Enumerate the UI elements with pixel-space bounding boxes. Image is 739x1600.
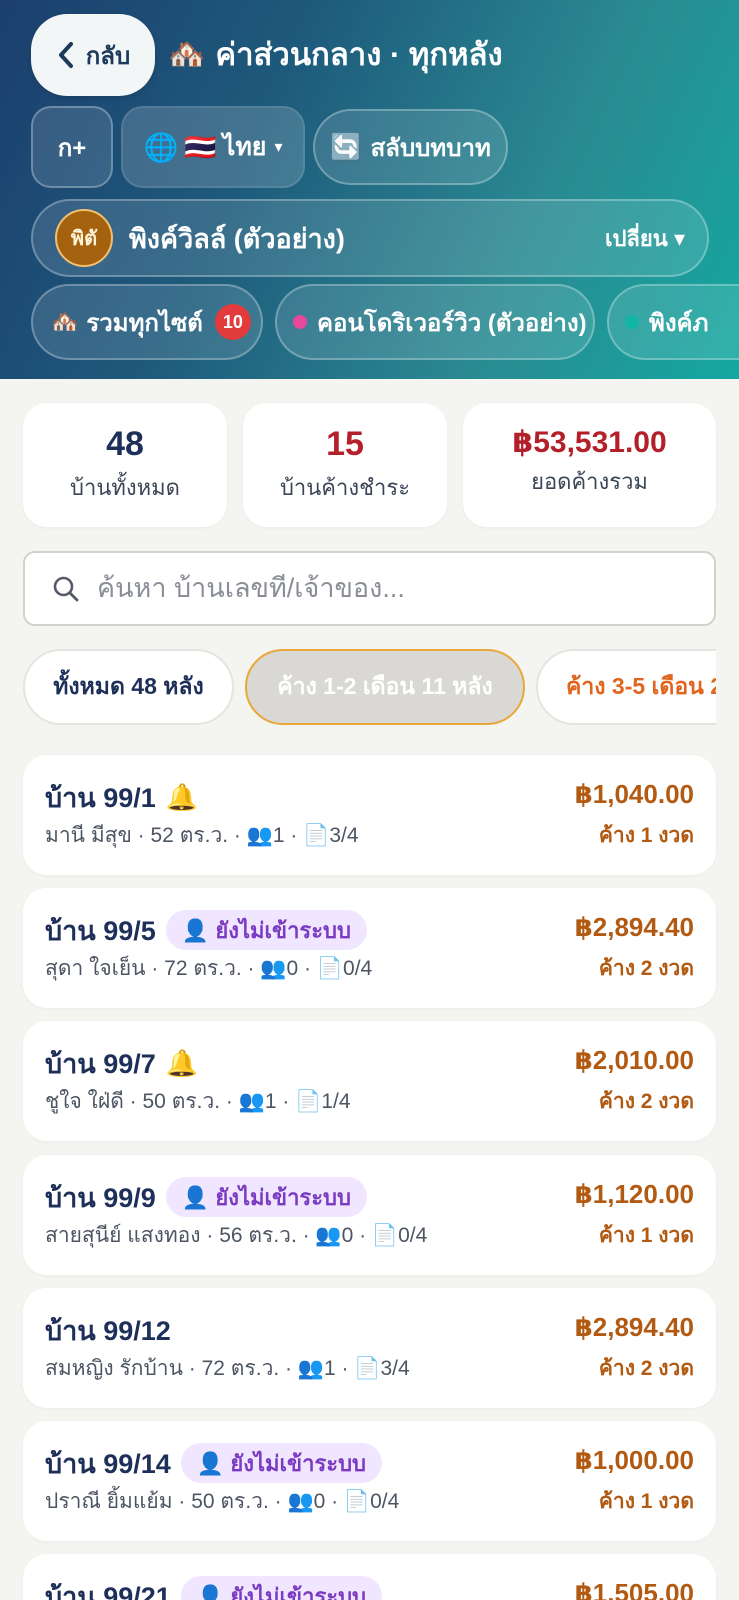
- house-title-row: บ้าน 99/5 👤 ยังไม่เข้าระบบ: [45, 908, 367, 952]
- stat-value: ฿53,531.00: [512, 426, 667, 459]
- globe-icon: 🌐: [143, 131, 179, 163]
- house-card[interactable]: บ้าน 99/9 👤 ยังไม่เข้าระบบสายสุนีย์ แสงทอ…: [23, 1155, 716, 1275]
- house-meta: ปราณี ยิ้มแย้ม · 50 ตร.ว. · 👥0 · 📄0/4: [45, 1490, 400, 1513]
- house-meta: ชูใจ ใฝ่ดี · 50 ตร.ว. · 👥1 · 📄1/4: [45, 1090, 351, 1113]
- house-card[interactable]: บ้าน 99/1 🔔 มานี มีสุข · 52 ตร.ว. · 👥1 · 📄…: [23, 755, 716, 875]
- site-chip-condo[interactable]: คอนโดริเวอร์วิว (ตัวอย่าง): [275, 284, 595, 360]
- house-number: บ้าน 99/1: [45, 782, 156, 813]
- stat-label: บ้านค้างชำระ: [279, 475, 411, 500]
- filter-chip-row: ทั้งหมด 48 หลัง ค้าง 1-2 เดือน 11 หลัง ค…: [23, 649, 716, 725]
- not-registered-badge: 👤 ยังไม่เข้าระบบ: [165, 910, 367, 950]
- bell-icon: 🔔: [165, 1047, 199, 1078]
- house-meta: มานี มีสุข · 52 ตร.ว. · 👥1 · 📄3/4: [45, 824, 359, 847]
- overdue-amount: ฿2,010.00: [574, 1045, 694, 1075]
- stat-value: 48: [106, 425, 144, 463]
- count-badge: 10: [214, 304, 251, 340]
- stat-overdue-amount: ฿53,531.00 ยอดค้างรวม: [463, 403, 716, 527]
- stat-value: 15: [326, 425, 364, 463]
- overdue-periods: ค้าง 2 งวด: [598, 1357, 694, 1380]
- site-color-dot: [293, 315, 307, 329]
- overdue-amount: ฿2,894.40: [574, 912, 694, 942]
- font-size-label: ก+: [57, 134, 87, 162]
- language-label: ไทย: [222, 133, 267, 161]
- house-title-row: บ้าน 99/21 👤 ยังไม่เข้าระบบ: [45, 1574, 383, 1600]
- switch-role-label: สลับบทบาท: [370, 134, 491, 162]
- app-header: กลับ 🏘️ ค่าส่วนกลาง · ทุกหลัง ก+ 🌐 🇹🇭 ไท…: [0, 0, 739, 379]
- house-title-row: บ้าน 99/1 🔔: [45, 775, 198, 819]
- search-input[interactable]: [97, 573, 697, 604]
- house-card[interactable]: บ้าน 99/5 👤 ยังไม่เข้าระบบสุดา ใจเย็น · 7…: [23, 888, 716, 1008]
- switch-role-button[interactable]: 🔄 สลับบทบาท: [313, 109, 508, 185]
- language-selector[interactable]: 🌐 🇹🇭 ไทย ▾: [121, 106, 305, 188]
- project-avatar: พิตั: [55, 209, 113, 267]
- overdue-periods: ค้าง 1 งวด: [598, 824, 694, 847]
- search-icon: [53, 576, 79, 601]
- back-button[interactable]: กลับ: [31, 14, 155, 96]
- house-number: บ้าน 99/5: [45, 915, 156, 946]
- houses-icon: 🏘️: [51, 309, 79, 334]
- site-color-dot: [625, 315, 639, 329]
- not-registered-badge: 👤 ยังไม่เข้าระบบ: [180, 1576, 383, 1600]
- bell-icon: 🔔: [165, 781, 199, 812]
- project-name: พิงค์วิลล์ (ตัวอย่าง): [129, 223, 345, 254]
- page-title: ค่าส่วนกลาง · ทุกหลัง: [215, 37, 503, 72]
- not-registered-badge: 👤 ยังไม่เข้าระบบ: [180, 1443, 383, 1483]
- house-title-row: บ้าน 99/14 👤 ยังไม่เข้าระบบ: [45, 1441, 383, 1485]
- site-chip-row: 🏘️ รวมทุกไซต์ 10 คอนโดริเวอร์วิว (ตัวอย่…: [31, 284, 739, 360]
- overdue-periods: ค้าง 1 งวด: [598, 1490, 694, 1513]
- house-title-row: บ้าน 99/12: [45, 1308, 171, 1352]
- house-card[interactable]: บ้าน 99/14 👤 ยังไม่เข้าระบบปราณี ยิ้มแย้ม…: [23, 1421, 716, 1541]
- chevron-left-icon: [58, 42, 73, 68]
- house-card[interactable]: บ้าน 99/7 🔔 ชูใจ ใฝ่ดี · 50 ตร.ว. · 👥1 · 📄…: [23, 1021, 716, 1141]
- back-label: กลับ: [85, 42, 131, 70]
- overdue-periods: ค้าง 2 งวด: [598, 1090, 694, 1113]
- project-selector[interactable]: พิตั พิงค์วิลล์ (ตัวอย่าง) เปลี่ยน ▾: [31, 199, 709, 277]
- house-title-row: บ้าน 99/7 🔔: [45, 1041, 198, 1085]
- site-chip-pink[interactable]: พิงค์ภ: [607, 284, 739, 360]
- house-number: บ้าน 99/7: [45, 1048, 156, 1079]
- house-meta: สุดา ใจเย็น · 72 ตร.ว. · 👥0 · 📄0/4: [45, 957, 373, 980]
- swap-icon: 🔄: [330, 131, 363, 162]
- site-chip-label: พิงค์ภ: [649, 309, 709, 337]
- houses-icon: 🏘️: [168, 37, 206, 71]
- house-card[interactable]: บ้าน 99/21 👤 ยังไม่เข้าระบบ ฿1,505.00: [23, 1554, 716, 1600]
- stat-overdue-houses: 15 บ้านค้างชำระ: [243, 403, 447, 527]
- overdue-periods: ค้าง 1 งวด: [598, 1224, 694, 1247]
- thai-flag-icon: 🇹🇭: [184, 131, 217, 162]
- page-title-row: 🏘️ ค่าส่วนกลาง · ทุกหลัง: [168, 32, 503, 76]
- stat-total-houses: 48 บ้านทั้งหมด: [23, 403, 227, 527]
- stat-label: บ้านทั้งหมด: [70, 475, 180, 500]
- site-chip-label: รวมทุกไซต์: [86, 309, 203, 337]
- house-number: บ้าน 99/12: [45, 1315, 171, 1346]
- overdue-amount: ฿1,040.00: [574, 779, 694, 809]
- site-chip-label: คอนโดริเวอร์วิว (ตัวอย่าง): [317, 309, 587, 337]
- overdue-amount: ฿2,894.40: [574, 1312, 694, 1342]
- font-size-button[interactable]: ก+: [31, 106, 113, 188]
- house-meta: สายสุนีย์ แสงทอง · 56 ตร.ว. · 👥0 · 📄0/4: [45, 1224, 428, 1247]
- house-number: บ้าน 99/21: [45, 1581, 171, 1600]
- site-chip-all[interactable]: 🏘️ รวมทุกไซต์ 10: [31, 284, 263, 360]
- house-title-row: บ้าน 99/9 👤 ยังไม่เข้าระบบ: [45, 1175, 367, 1219]
- house-number: บ้าน 99/14: [45, 1448, 171, 1479]
- caret-down-icon: ▾: [274, 139, 283, 156]
- filter-chip-all[interactable]: ทั้งหมด 48 หลัง: [23, 649, 234, 725]
- filter-chip-overdue-1-2[interactable]: ค้าง 1-2 เดือน 11 หลัง: [245, 649, 525, 725]
- house-number: บ้าน 99/9: [45, 1182, 156, 1213]
- overdue-amount: ฿1,000.00: [574, 1445, 694, 1475]
- overdue-amount: ฿1,120.00: [574, 1179, 694, 1209]
- overdue-amount: ฿1,505.00: [574, 1578, 694, 1600]
- not-registered-badge: 👤 ยังไม่เข้าระบบ: [165, 1177, 367, 1217]
- change-project-button[interactable]: เปลี่ยน ▾: [605, 221, 685, 256]
- search-bar[interactable]: [23, 551, 716, 626]
- overdue-periods: ค้าง 2 งวด: [598, 957, 694, 980]
- filter-chip-overdue-3-5[interactable]: ค้าง 3-5 เดือน 2: [536, 649, 716, 725]
- house-meta: สมหญิง รักบ้าน · 72 ตร.ว. · 👥1 · 📄3/4: [45, 1357, 410, 1380]
- stat-label: ยอดค้างรวม: [531, 469, 648, 494]
- house-card[interactable]: บ้าน 99/12 สมหญิง รักบ้าน · 72 ตร.ว. · 👥1…: [23, 1288, 716, 1408]
